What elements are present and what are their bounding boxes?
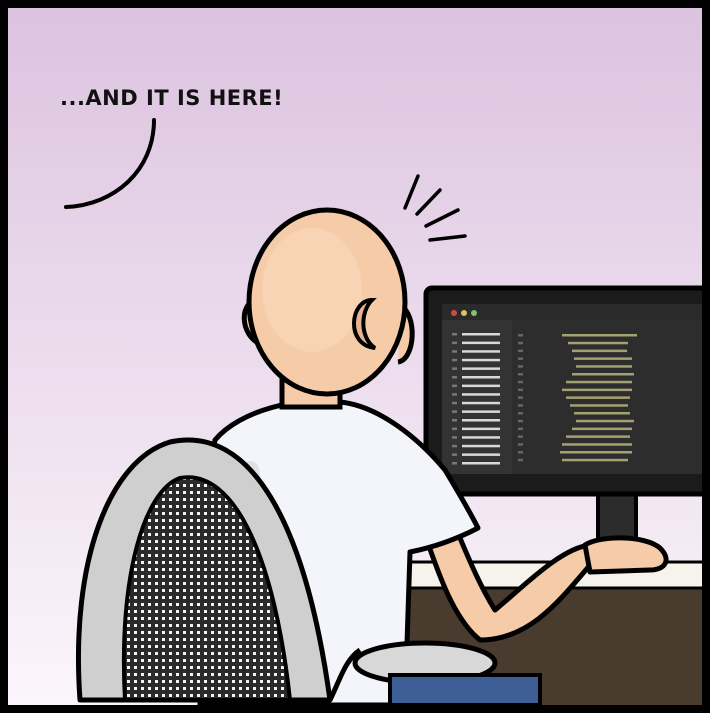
code-line xyxy=(566,435,630,438)
line-number xyxy=(518,388,523,392)
code-line xyxy=(560,451,632,454)
file-icon xyxy=(452,358,457,362)
file-name-line xyxy=(462,462,500,465)
line-number xyxy=(518,380,523,384)
line-number xyxy=(518,443,523,446)
code-line xyxy=(572,373,634,376)
file-name-line xyxy=(462,341,500,345)
file-icon xyxy=(452,444,457,448)
file-name-line xyxy=(462,333,500,336)
code-line xyxy=(572,349,627,353)
file-icon xyxy=(452,350,457,353)
speech-text: ...AND IT IS HERE! xyxy=(60,86,284,110)
file-name-line xyxy=(462,367,500,370)
line-number xyxy=(518,404,523,407)
file-name-line xyxy=(462,376,500,379)
line-number xyxy=(518,451,523,454)
file-name-line xyxy=(462,350,500,353)
code-line xyxy=(568,341,628,345)
file-name-line xyxy=(462,419,500,422)
code-line xyxy=(562,443,632,446)
file-icon xyxy=(452,462,457,465)
code-line xyxy=(562,388,632,392)
code-line xyxy=(566,396,630,399)
file-icon xyxy=(452,427,457,431)
file-icon xyxy=(452,419,457,422)
file-name-line xyxy=(462,358,500,362)
code-line xyxy=(574,412,630,415)
file-icon xyxy=(452,376,457,379)
line-number xyxy=(518,349,523,353)
line-number xyxy=(518,427,523,431)
file-name-line xyxy=(462,401,500,405)
file-name-line xyxy=(462,410,500,413)
file-icon xyxy=(452,393,457,396)
file-icon xyxy=(452,333,457,336)
file-icon xyxy=(452,410,457,413)
file-name-line xyxy=(462,444,500,448)
line-number xyxy=(518,412,523,415)
comic-panel: ...AND IT IS HERE! xyxy=(0,0,710,713)
file-icon xyxy=(452,367,457,370)
line-number xyxy=(518,419,523,423)
code-line xyxy=(562,334,637,337)
code-line xyxy=(562,458,628,462)
person-hand xyxy=(582,535,669,575)
file-icon xyxy=(452,401,457,405)
file-name-line xyxy=(462,427,500,431)
file-icon xyxy=(452,453,457,456)
code-line xyxy=(576,419,634,423)
code-line xyxy=(572,427,632,431)
line-number xyxy=(518,396,523,399)
file-icon xyxy=(452,341,457,345)
line-number xyxy=(518,341,523,345)
file-name-line xyxy=(462,436,500,439)
code-line xyxy=(566,380,632,384)
code-line xyxy=(574,357,632,360)
file-icon xyxy=(452,436,457,439)
file-name-line xyxy=(462,393,500,396)
code-line xyxy=(570,404,628,407)
file-name-line xyxy=(462,384,500,388)
line-number xyxy=(518,365,523,368)
line-number xyxy=(518,357,523,360)
code-line xyxy=(576,365,632,368)
line-number xyxy=(518,435,523,438)
line-number xyxy=(518,458,523,462)
file-icon xyxy=(452,384,457,388)
line-number xyxy=(518,373,523,376)
file-name-line xyxy=(462,453,500,456)
window-controls xyxy=(451,310,477,316)
monitor xyxy=(423,285,702,497)
line-number xyxy=(518,334,523,337)
